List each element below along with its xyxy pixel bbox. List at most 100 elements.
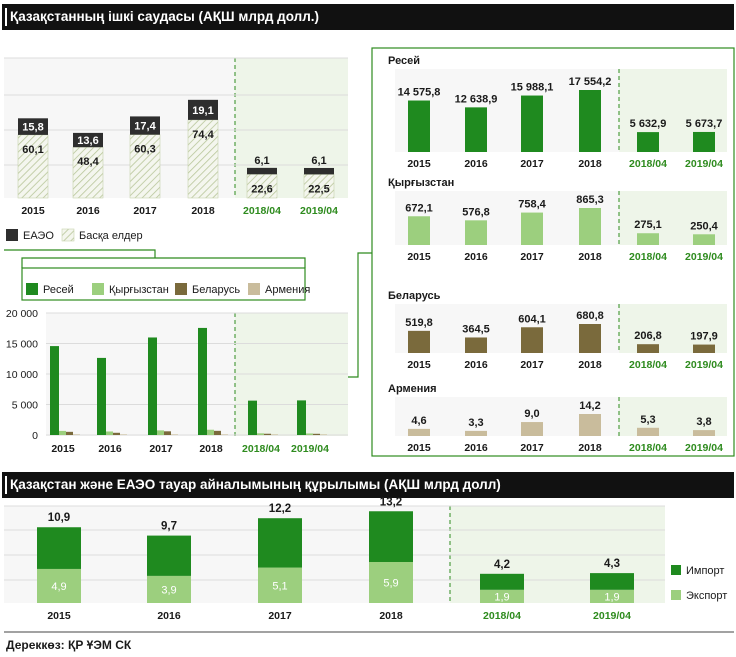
bar-russia [693,131,715,152]
x-tick-label: 2015 [407,442,431,454]
data-label-total: 4,2 [494,559,510,571]
bar-belarus [164,431,171,435]
bar-belarus [693,344,715,353]
y-tick-label: 20 000 [6,308,38,320]
bar-belarus [465,337,487,353]
data-label-other: 60,3 [134,144,155,156]
data-label-russia: 14 575,8 [398,87,441,99]
x-tick-label: 2015 [407,251,431,263]
x-tick-label: 2018 [578,359,602,371]
data-label-kyrgyzstan: 672,1 [405,202,433,214]
data-label-other: 60,1 [22,144,43,156]
x-tick-label: 2018/04 [243,205,281,217]
bar-armenia [465,430,487,436]
x-tick-label: 2018/04 [629,359,667,371]
data-label-total: 9,7 [161,521,177,533]
bar-import [258,518,302,568]
x-tick-label: 2017 [520,251,544,263]
legend-label-kyrgyzstan: Қырғызстан [109,284,169,296]
legend-swatch-eaeo [6,229,18,241]
data-label-armenia: 3,8 [696,416,711,428]
data-label-armenia: 3,3 [468,417,483,429]
data-label-eaeo: 19,1 [192,105,213,117]
data-label-belarus: 519,8 [405,317,433,329]
x-tick-label: 2019/04 [593,610,631,622]
data-label-russia: 15 988,1 [511,82,554,94]
legend-label-other: Басқа елдер [79,230,143,242]
bar-kyrgyzstan [637,233,659,245]
bar-kyrgyzstan [306,433,313,435]
panel-title-armenia: Армения [388,383,437,395]
x-tick-label: 2015 [407,359,431,371]
data-label-export: 5,9 [383,577,398,589]
data-label-export: 1,9 [604,591,619,603]
data-label-russia: 17 554,2 [569,76,612,88]
x-tick-label: 2019/04 [291,443,329,455]
x-tick-label: 2017 [520,359,544,371]
data-label-other: 48,4 [77,156,99,168]
data-label-export: 4,9 [51,581,66,593]
x-tick-label: 2015 [47,610,71,622]
data-label-eaeo: 6,1 [254,155,269,167]
data-label-kyrgyzstan: 275,1 [634,219,662,231]
bar-armenia [408,428,430,436]
connector-legend [4,249,156,258]
x-tick-label: 2016 [464,359,488,371]
legend-swatch-armenia [248,283,260,295]
data-label-belarus: 197,9 [690,331,718,343]
bar-kyrgyzstan [157,430,164,435]
x-tick-label: 2018 [379,610,403,622]
data-label-kyrgyzstan: 250,4 [690,220,718,232]
bar-russia [521,95,543,152]
panel-title-kyrgyzstan: Қырғызстан [388,177,454,189]
data-label-eaeo: 13,6 [77,135,98,147]
x-tick-label: 2018/04 [629,442,667,454]
x-tick-label: 2017 [520,442,544,454]
bar-belarus [408,330,430,353]
data-label-russia: 5 632,9 [630,118,667,130]
data-label-kyrgyzstan: 758,4 [518,199,546,211]
bar-belarus [264,433,271,435]
y-tick-label: 5 000 [12,400,38,412]
connector-to-panels [348,252,372,378]
x-tick-label: 2019/04 [685,158,723,170]
bar-import [37,527,81,569]
data-label-other: 22,6 [251,183,272,195]
legend-label-eaeo: ЕАЭО [23,230,54,242]
data-label-kyrgyzstan: 865,3 [576,194,604,206]
x-tick-label: 2016 [464,251,488,263]
legend-swatch-belarus [175,283,187,295]
x-tick-label: 2016 [464,442,488,454]
x-tick-label: 2017 [149,443,173,455]
bar-armenia [271,434,278,435]
source-note: Дереккөз: ҚР ҰЭМ СК [6,638,132,652]
panel-title-belarus: Беларусь [388,290,441,302]
x-tick-label: 2016 [464,158,488,170]
data-label-eaeo: 6,1 [311,155,326,167]
bar-belarus [521,327,543,353]
bar-kyrgyzstan [106,431,113,435]
data-label-total: 10,9 [48,512,70,524]
y-tick-label: 0 [32,430,38,442]
data-label-export: 3,9 [161,584,176,596]
connector-legend-top [21,257,306,268]
legend-label-russia: Ресей [43,284,74,296]
x-tick-label: 2018 [199,443,223,455]
x-tick-label: 2018/04 [629,158,667,170]
x-tick-label: 2015 [51,443,75,455]
x-tick-label: 2015 [407,158,431,170]
bar-kyrgyzstan [59,430,66,435]
legend-label-belarus: Беларусь [192,284,240,296]
bar-russia [198,327,207,435]
data-label-russia: 12 638,9 [455,93,498,105]
x-tick-label: 2016 [98,443,122,455]
data-label-eaeo: 15,8 [22,122,43,134]
x-tick-label: 2018 [578,442,602,454]
infographic-canvas: 60,1 15,8 48,4 13,6 60,3 17,4 74,4 19,1 22,6 6,1 2… [4,47,735,633]
bar-russia [97,357,106,435]
bar-other-countries [72,146,104,199]
data-label-total: 4,3 [604,558,620,570]
data-label-kyrgyzstan: 576,8 [462,206,490,218]
data-label-total: 13,2 [380,496,402,508]
legend-swatch-kyrgyzstan [92,283,104,295]
